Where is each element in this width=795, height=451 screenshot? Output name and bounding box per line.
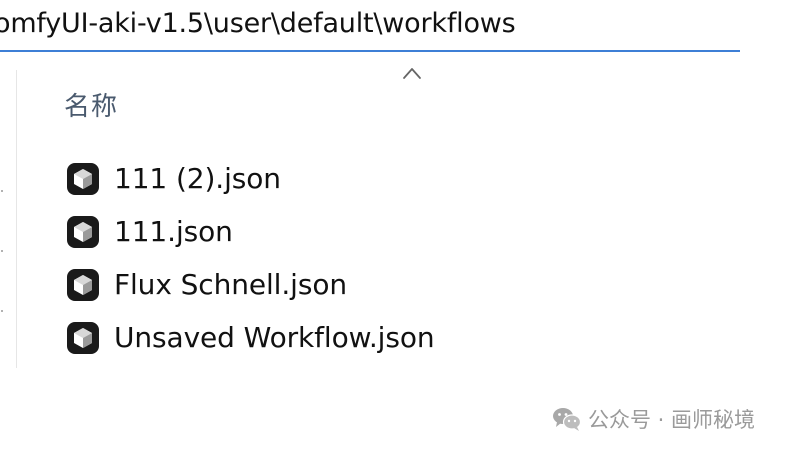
nav-pane-divider	[16, 70, 17, 368]
nav-pane-dot	[1, 250, 3, 252]
watermark-text: 公众号 · 画师秘境	[588, 408, 756, 432]
file-item[interactable]: 111 (2).json	[66, 152, 435, 205]
file-name: 111.json	[114, 215, 233, 248]
file-item[interactable]: Flux Schnell.json	[66, 258, 435, 311]
file-name: Flux Schnell.json	[114, 268, 347, 301]
watermark: 公众号 · 画师秘境	[552, 404, 755, 434]
file-list: 111 (2).json 111.json Flux Schnell.json …	[66, 152, 435, 364]
file-item[interactable]: 111.json	[66, 205, 435, 258]
comfyui-file-icon	[67, 162, 99, 195]
chevron-up-icon[interactable]	[402, 66, 422, 80]
nav-pane-dot	[1, 310, 3, 312]
file-name: Unsaved Workflow.json	[114, 321, 435, 354]
address-bar[interactable]: omfyUI-aki-v1.5\user\default\workflows	[0, 0, 740, 52]
name-column-header[interactable]: 名称	[64, 86, 118, 123]
address-path-text[interactable]: omfyUI-aki-v1.5\user\default\workflows	[0, 8, 516, 39]
wechat-icon	[553, 408, 582, 431]
comfyui-file-icon	[67, 268, 99, 301]
comfyui-file-icon	[67, 321, 99, 354]
nav-pane-dot	[1, 190, 3, 192]
comfyui-file-icon	[67, 215, 99, 248]
file-item[interactable]: Unsaved Workflow.json	[66, 311, 435, 364]
file-name: 111 (2).json	[114, 162, 281, 195]
